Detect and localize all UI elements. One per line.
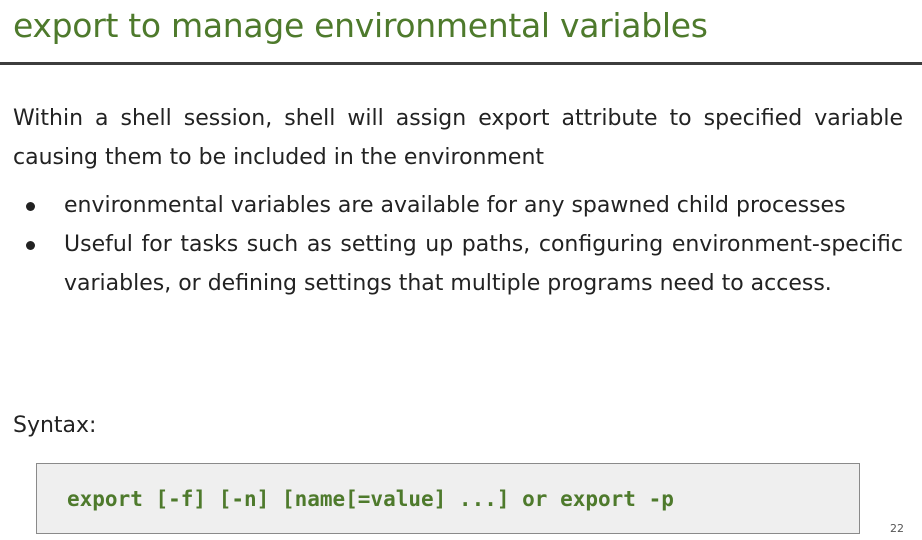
title-divider (0, 62, 922, 65)
bullet-item: Useful for tasks such as setting up path… (13, 225, 903, 303)
bullet-list: environmental variables are available fo… (13, 186, 903, 303)
code-syntax: export [-f] [-n] [name[=value] ...] or e… (67, 487, 674, 511)
bullet-item: environmental variables are available fo… (13, 186, 903, 225)
slide-title: export to manage environmental variables (13, 6, 708, 45)
intro-paragraph: Within a shell session, shell will assig… (13, 106, 903, 170)
syntax-label: Syntax: (13, 413, 97, 438)
bullet-text: Useful for tasks such as setting up path… (64, 232, 903, 296)
bullet-dot-icon (26, 202, 35, 211)
code-block: export [-f] [-n] [name[=value] ...] or e… (36, 463, 860, 534)
page-number: 22 (890, 522, 904, 535)
bullet-text: environmental variables are available fo… (64, 193, 846, 218)
bullet-dot-icon (26, 241, 35, 250)
